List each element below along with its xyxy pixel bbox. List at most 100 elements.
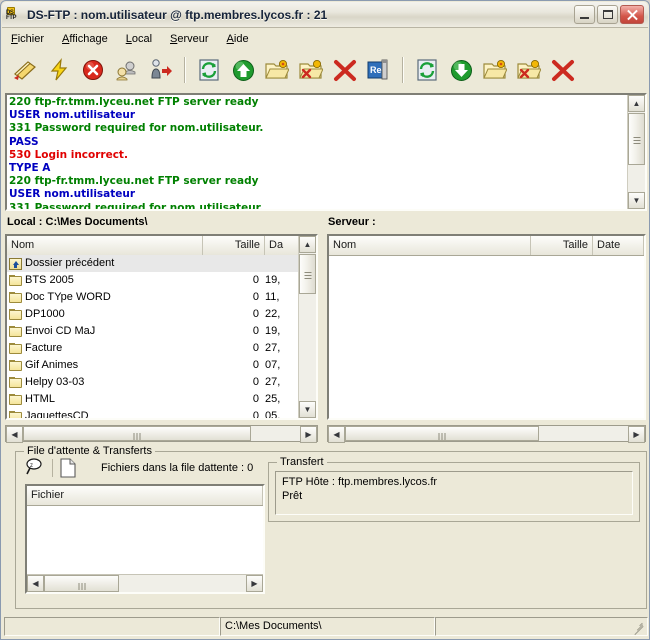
local-scroll-up-button[interactable]: ▲ xyxy=(299,236,316,253)
queue-file-list[interactable]: Fichier ◀ ▶ xyxy=(25,484,265,594)
log-line: 220 ftp-fr.tmm.lyceu.net FTP server read… xyxy=(9,96,626,109)
folder-new-icon xyxy=(265,59,289,81)
local-hscroll-right-button[interactable]: ▶ xyxy=(300,426,317,443)
file-name: HTML xyxy=(25,391,55,408)
server-hscroll-thumb[interactable] xyxy=(345,426,539,441)
file-name: Dossier précédent xyxy=(25,255,114,272)
log-scroll-up-button[interactable]: ▲ xyxy=(628,95,645,112)
menu-fichier[interactable]: Fichier xyxy=(2,31,53,47)
local-scroll-down-button[interactable]: ▼ xyxy=(299,401,316,418)
queue-hscroll-left-button[interactable]: ◀ xyxy=(27,575,44,592)
local-hscroll-left-button[interactable]: ◀ xyxy=(6,426,23,443)
table-row[interactable]: Helpy 03-03 0 27, xyxy=(7,374,299,391)
local-column-nom[interactable]: Nom xyxy=(7,236,203,255)
main-toolbar: Re xyxy=(2,49,648,91)
red-x-icon xyxy=(551,58,575,82)
server-delete-button[interactable] xyxy=(546,53,580,87)
status-bar: C:\Mes Documents\ xyxy=(4,617,648,636)
file-date: 05, xyxy=(265,408,295,418)
queue-rows xyxy=(27,505,263,575)
disconnect-button[interactable] xyxy=(76,53,110,87)
local-column-taille[interactable]: Taille xyxy=(203,236,265,255)
table-row[interactable]: Facture 0 27, xyxy=(7,340,299,357)
menu-local-label: ocal xyxy=(132,33,152,45)
local-rename-button[interactable] xyxy=(328,53,362,87)
status-cell-left xyxy=(4,617,220,636)
resize-grip-icon[interactable] xyxy=(632,620,646,634)
menu-serveur[interactable]: Serveur xyxy=(161,31,218,47)
rename-field-icon: Re xyxy=(367,58,391,82)
log-panel[interactable]: 220 ftp-fr.tmm.lyceu.net FTP server read… xyxy=(5,93,647,211)
table-row[interactable]: Doc TYpe WORD 0 11, xyxy=(7,289,299,306)
server-delete-folder-button[interactable] xyxy=(512,53,546,87)
queue-new-file-button[interactable] xyxy=(59,458,81,478)
queue-hscroll-right-button[interactable]: ▶ xyxy=(246,575,263,592)
table-row[interactable]: JaquettesCD 0 05, xyxy=(7,408,299,418)
local-file-list[interactable]: Nom Taille Da Dossier précédent BTS 2005… xyxy=(5,234,318,420)
file-name: Gif Animes xyxy=(25,357,78,374)
log-text: 220 ftp-fr.tmm.lyceu.net FTP server read… xyxy=(9,96,626,211)
server-column-nom[interactable]: Nom xyxy=(329,236,531,255)
local-hscroll-thumb[interactable] xyxy=(23,426,251,441)
server-hscroll-right-button[interactable]: ▶ xyxy=(628,426,645,443)
server-file-list[interactable]: Nom Taille Date xyxy=(327,234,646,420)
table-row[interactable]: HTML 0 25, xyxy=(7,391,299,408)
menu-serveur-label: erveur xyxy=(177,33,208,45)
local-scroll-thumb[interactable] xyxy=(299,254,316,294)
svg-text:Re: Re xyxy=(370,65,382,75)
queue-column-fichier[interactable]: Fichier xyxy=(27,486,263,505)
menu-local[interactable]: Local xyxy=(117,31,161,47)
file-date: 07, xyxy=(265,357,295,374)
folder-icon xyxy=(9,343,22,354)
queue-group-title: File d'attente & Transferts xyxy=(24,445,155,457)
minimize-button[interactable] xyxy=(574,5,595,24)
server-column-date[interactable]: Date xyxy=(593,236,644,255)
log-line: 220 ftp-fr.tmm.lyceu.net FTP server read… xyxy=(9,175,626,188)
queue-hscroll-thumb[interactable] xyxy=(44,575,119,592)
address-book-icon xyxy=(12,58,38,82)
table-row[interactable]: BTS 2005 0 19, xyxy=(7,272,299,289)
queue-settings-button[interactable]: z xyxy=(24,458,46,478)
local-horizontal-scrollbar[interactable]: ◀ ▶ xyxy=(5,425,318,442)
menu-affichage[interactable]: Affichage xyxy=(53,31,117,47)
local-refresh-button[interactable] xyxy=(192,53,226,87)
local-edit-button[interactable]: Re xyxy=(362,53,396,87)
caption-buttons xyxy=(574,5,644,24)
server-refresh-button[interactable] xyxy=(410,53,444,87)
queue-count-label: Fichiers dans la file dattente : 0 xyxy=(101,462,253,474)
menu-aide[interactable]: Aide xyxy=(218,31,258,47)
refresh-page-icon xyxy=(416,58,438,82)
log-vertical-scrollbar[interactable]: ▲ ▼ xyxy=(627,95,645,209)
server-horizontal-scrollbar[interactable]: ◀ ▶ xyxy=(327,425,646,442)
refresh-connection-button[interactable] xyxy=(110,53,144,87)
table-row[interactable]: Gif Animes 0 07, xyxy=(7,357,299,374)
site-manager-button[interactable] xyxy=(8,53,42,87)
local-column-header: Nom Taille Da xyxy=(7,236,316,256)
quick-connect-button[interactable] xyxy=(42,53,76,87)
log-scroll-thumb[interactable] xyxy=(628,113,645,165)
local-vertical-scrollbar[interactable]: ▲ ▼ xyxy=(298,236,316,418)
local-new-folder-button[interactable] xyxy=(260,53,294,87)
transfer-state-line: Prêt xyxy=(282,489,626,503)
magnifier-icon: z xyxy=(24,458,44,476)
server-hscroll-left-button[interactable]: ◀ xyxy=(328,426,345,443)
local-column-date[interactable]: Da xyxy=(265,236,299,255)
queue-horizontal-scrollbar[interactable]: ◀ ▶ xyxy=(27,574,263,592)
log-scroll-down-button[interactable]: ▼ xyxy=(628,192,645,209)
table-row[interactable]: DP1000 0 22, xyxy=(7,306,299,323)
login-button[interactable] xyxy=(144,53,178,87)
local-delete-folder-button[interactable] xyxy=(294,53,328,87)
green-up-arrow-icon xyxy=(232,59,255,82)
maximize-button[interactable] xyxy=(597,5,618,24)
server-column-taille[interactable]: Taille xyxy=(531,236,593,255)
log-line: 530 Login incorrect. xyxy=(9,149,626,162)
close-button[interactable] xyxy=(620,5,644,24)
download-button[interactable] xyxy=(444,53,478,87)
table-row[interactable]: Dossier précédent xyxy=(7,255,299,272)
table-row[interactable]: Envoi CD MaJ 0 19, xyxy=(7,323,299,340)
server-new-folder-button[interactable] xyxy=(478,53,512,87)
upload-button[interactable] xyxy=(226,53,260,87)
file-date: 19, xyxy=(265,272,295,289)
rename-red-x-icon xyxy=(333,58,357,82)
status-cell-path: C:\Mes Documents\ xyxy=(220,617,435,636)
